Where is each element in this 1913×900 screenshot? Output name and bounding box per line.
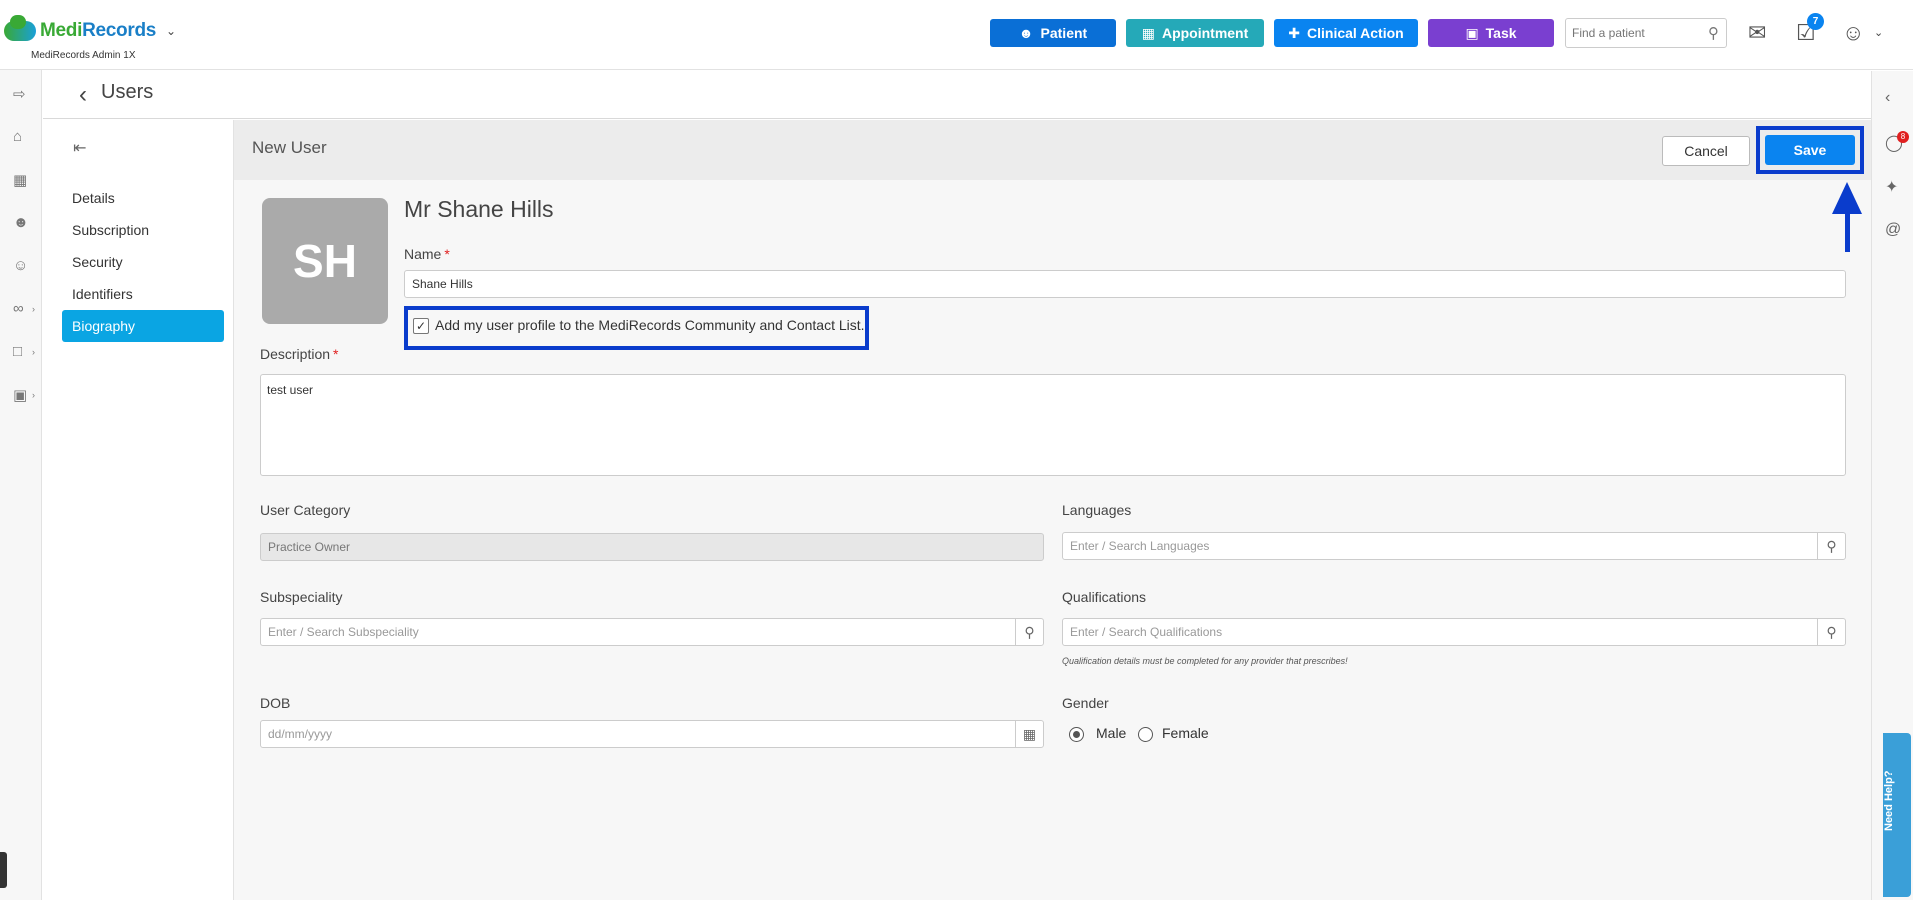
community-checkbox[interactable]: ✓ [413,318,429,334]
appointment-button[interactable]: ▦ Appointment [1126,19,1264,47]
community-checkbox-label[interactable]: Add my user profile to the MediRecords C… [435,317,865,333]
page-title-bar: ‹ Users [43,71,1871,119]
nav-item-biography[interactable]: Biography [62,310,224,342]
required-marker: * [333,346,339,362]
name-label: Name * [404,246,450,262]
folder-settings-icon[interactable]: ▣ [13,386,27,404]
back-arrow-icon[interactable]: ‹ [79,81,87,109]
brand-name: MediRecords [40,20,157,41]
avatar[interactable]: SH [262,198,388,324]
languages-search-input[interactable]: Enter / Search Languages ⚲ [1062,532,1846,560]
clinical-action-button[interactable]: ✚ Clinical Action [1274,19,1418,47]
dob-label: DOB [260,695,291,711]
search-icon[interactable]: ⚲ [1817,619,1845,645]
description-textarea[interactable]: test user [260,374,1846,476]
mail-icon[interactable]: ✉ [1748,20,1766,46]
biography-form: New User Cancel Save SH Mr Shane Hills N… [234,120,1871,900]
search-icon[interactable]: ⚲ [1708,24,1719,42]
patients-icon[interactable]: ☻ [13,214,29,231]
subspeciality-label: Subspeciality [260,589,343,605]
top-header: MediRecords ⌄ MediRecords Admin 1X ☻ Pat… [0,0,1913,70]
nav-item-identifiers[interactable]: Identifiers [62,278,224,310]
calendar-icon[interactable]: ▦ [1015,721,1043,747]
task-button[interactable]: ▣ Task [1428,19,1554,47]
form-header: New User [234,120,1871,180]
expand-menu-icon[interactable]: ⇨ [13,85,26,103]
chevron-right-icon: › [32,390,35,400]
clipboard-icon: ▣ [1465,24,1479,41]
user-settings-nav: ⇤ Details Subscription Security Identifi… [43,120,234,900]
gender-female-radio[interactable] [1138,727,1153,742]
languages-label: Languages [1062,502,1132,518]
task-count-badge: 7 [1807,13,1824,30]
left-icon-rail: ⇨ ⌂ ▦ ☻ ☺ ∞ › □ › ▣ › [0,70,42,900]
subspeciality-search-input[interactable]: Enter / Search Subspeciality ⚲ [260,618,1044,646]
search-icon[interactable]: ⚲ [1817,533,1845,559]
at-mention-icon[interactable]: @ [1885,221,1901,239]
qualifications-label: Qualifications [1062,589,1147,605]
chevron-right-icon: › [32,347,35,357]
brand-subtitle: MediRecords Admin 1X [31,50,136,61]
qualifications-hint: Qualification details must be completed … [1062,656,1348,666]
name-field[interactable]: Shane Hills [404,270,1846,298]
chevron-down-icon[interactable]: ⌄ [1874,26,1883,39]
right-icon-rail: ‹ ◯ 8 ✦ @ Need Help? [1871,71,1913,900]
user-category-field: Practice Owner [260,533,1044,561]
save-button[interactable]: Save [1765,135,1855,165]
chevron-down-icon[interactable]: ⌄ [166,24,176,38]
chevron-right-icon: › [32,304,35,314]
find-patient-search[interactable]: ⚲ [1565,18,1727,48]
notification-badge: 8 [1897,131,1909,143]
calendar-icon[interactable]: ▦ [13,171,27,189]
folder-icon[interactable]: □ [13,343,22,360]
gender-label: Gender [1062,695,1109,711]
description-label: Description * [260,346,339,362]
contacts-icon[interactable]: ☺ [13,257,28,274]
user-account-icon[interactable]: ☺ [1842,20,1864,46]
quick-actions: ☻ Patient ▦ Appointment ✚ Clinical Actio… [990,19,1554,47]
find-patient-input[interactable] [1566,19,1696,47]
medical-bag-icon: ✚ [1288,24,1300,41]
form-title: New User [252,138,327,157]
search-icon[interactable]: ⚲ [1015,619,1043,645]
nav-item-subscription[interactable]: Subscription [62,214,224,246]
cancel-button[interactable]: Cancel [1662,136,1750,166]
patient-button[interactable]: ☻ Patient [990,19,1116,47]
dob-date-input[interactable]: dd/mm/yyyy ▦ [260,720,1044,748]
user-full-name: Mr Shane Hills [404,196,554,222]
add-person-icon: ☻ [1018,25,1034,41]
required-marker: * [444,246,450,262]
gender-female-label[interactable]: Female [1162,725,1209,741]
pin-icon[interactable]: ✦ [1885,177,1898,197]
calendar-plus-icon: ▦ [1141,24,1155,41]
annotation-arrow-shaft [1845,212,1850,252]
brand-logo[interactable]: MediRecords ⌄ [4,15,176,42]
nav-item-security[interactable]: Security [62,246,224,278]
chevron-left-icon[interactable]: ‹ [1885,89,1890,107]
side-tab-handle[interactable] [0,852,7,888]
need-help-button[interactable]: Need Help? [1883,733,1911,897]
gender-male-label[interactable]: Male [1096,725,1126,741]
home-icon[interactable]: ⌂ [13,128,22,145]
annotation-arrow-head [1832,182,1862,214]
modules-icon[interactable]: ∞ [13,300,24,317]
user-category-label: User Category [260,502,351,518]
collapse-menu-icon[interactable]: ⇤ [73,138,86,158]
nav-item-details[interactable]: Details [62,182,224,214]
gender-male-radio[interactable] [1069,727,1084,742]
qualifications-search-input[interactable]: Enter / Search Qualifications ⚲ [1062,618,1846,646]
logo-cloud-icon [4,15,36,41]
page-title: Users [101,81,154,103]
